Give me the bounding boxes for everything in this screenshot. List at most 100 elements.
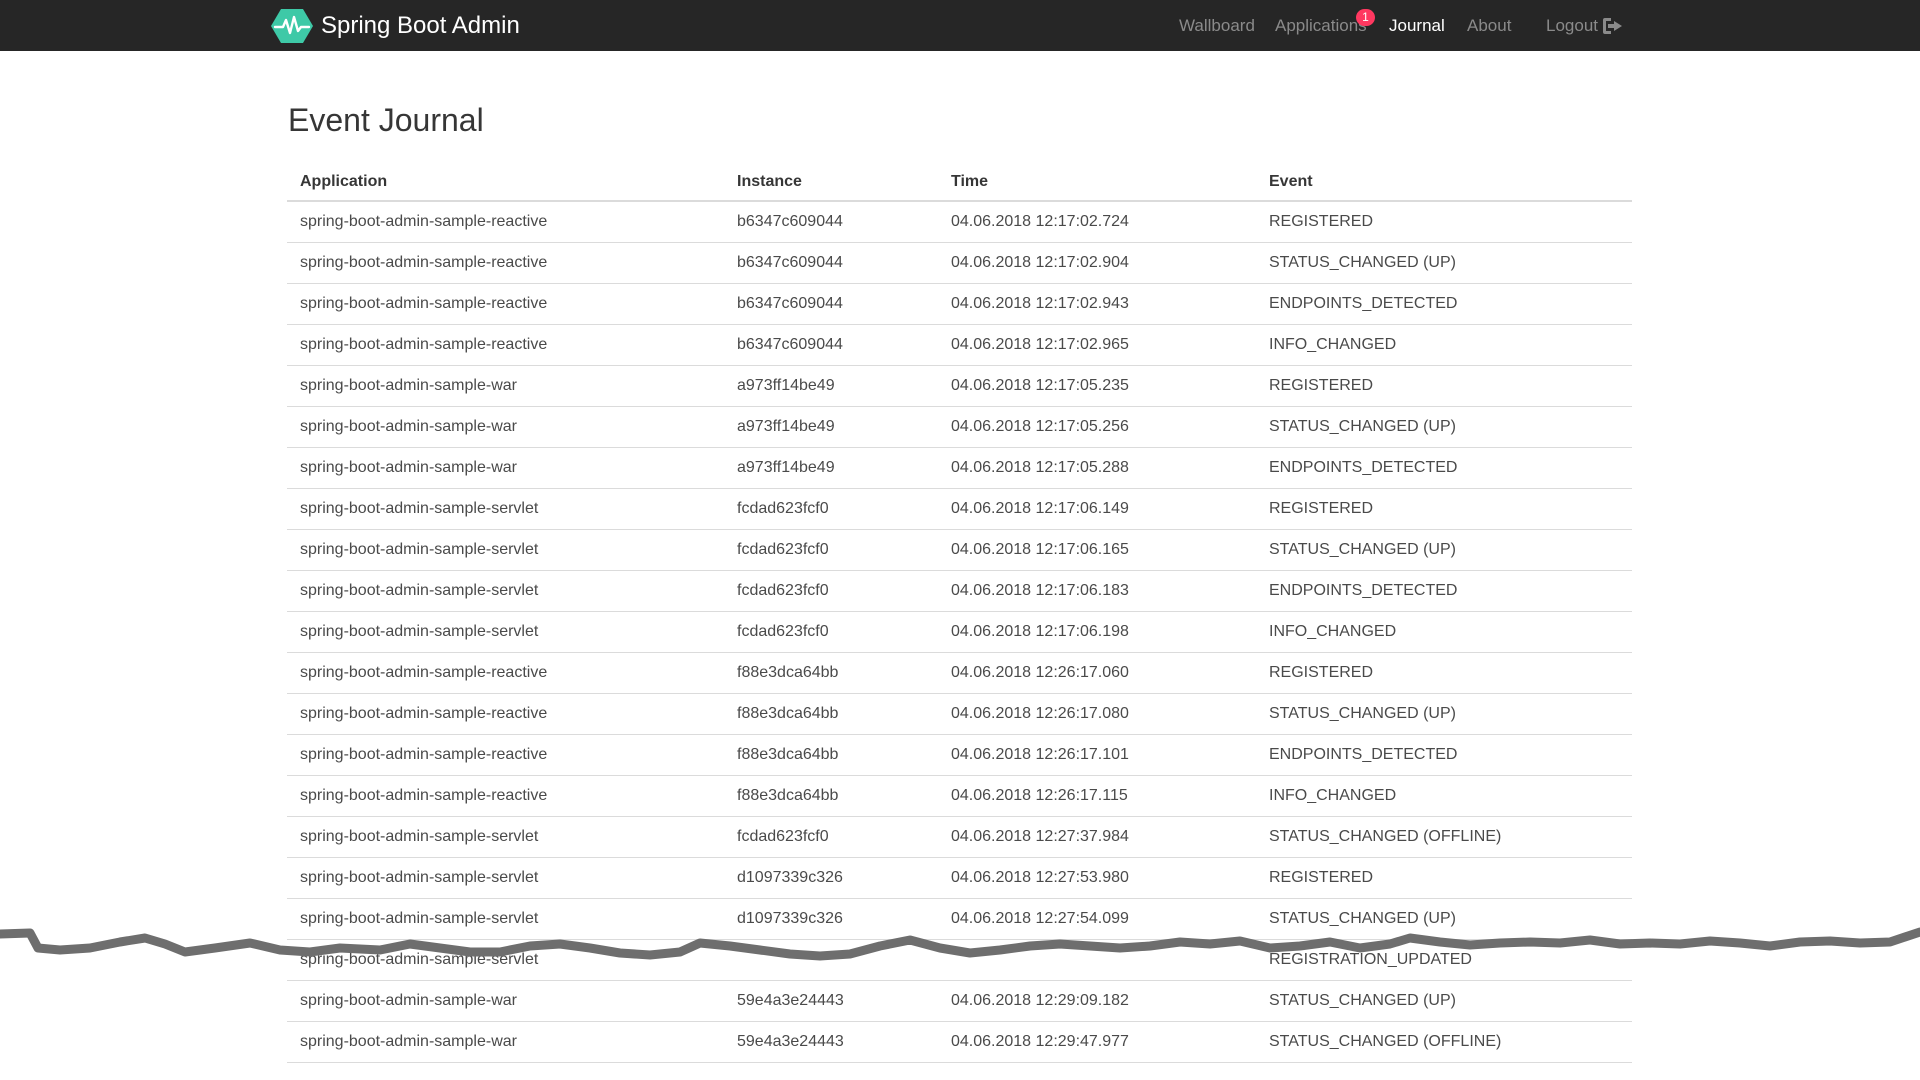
- table-row[interactable]: spring-boot-admin-sample-servlet fcdad623…: [287, 816, 1632, 858]
- column-header-application[interactable]: Application: [287, 164, 724, 202]
- cell-instance: fcdad623fcf0: [724, 529, 938, 571]
- cell-time: 04.06.2018 12:27:54.099: [938, 898, 1256, 940]
- table-row[interactable]: spring-boot-admin-sample-servlet fcdad623…: [287, 611, 1632, 653]
- nav-about[interactable]: About: [1467, 15, 1511, 37]
- table-row[interactable]: spring-boot-admin-sample-reactive f88e3dc…: [287, 693, 1632, 735]
- cell-instance: a973ff14be49: [724, 365, 938, 407]
- cell-application: spring-boot-admin-sample-reactive: [287, 775, 724, 817]
- cell-instance: f88e3dca64bb: [724, 734, 938, 776]
- cell-time: 04.06.2018 12:17:06.165: [938, 529, 1256, 571]
- cell-event: REGISTERED: [1256, 652, 1632, 694]
- nav-journal[interactable]: Journal: [1389, 15, 1445, 37]
- table-body: spring-boot-admin-sample-reactive b6347c6…: [287, 201, 1632, 1063]
- cell-application: spring-boot-admin-sample-servlet: [287, 488, 724, 530]
- table-row[interactable]: spring-boot-admin-sample-reactive f88e3dc…: [287, 775, 1632, 817]
- cell-instance: a973ff14be49: [724, 406, 938, 448]
- table-row[interactable]: spring-boot-admin-sample-war a973ff14be49…: [287, 365, 1632, 407]
- brand-name: Spring Boot Admin: [321, 12, 520, 39]
- cell-application: spring-boot-admin-sample-servlet: [287, 898, 724, 940]
- cell-time: [938, 939, 1256, 981]
- cell-event: STATUS_CHANGED (OFFLINE): [1256, 816, 1632, 858]
- table-row[interactable]: spring-boot-admin-sample-servlet fcdad623…: [287, 570, 1632, 612]
- cell-instance: fcdad623fcf0: [724, 611, 938, 653]
- cell-event: REGISTERED: [1256, 365, 1632, 407]
- cell-application: spring-boot-admin-sample-war: [287, 1021, 724, 1063]
- table-row[interactable]: spring-boot-admin-sample-war 59e4a3e24443…: [287, 1021, 1632, 1063]
- sign-out-icon: [1603, 18, 1622, 34]
- cell-application: spring-boot-admin-sample-war: [287, 365, 724, 407]
- cell-application: spring-boot-admin-sample-servlet: [287, 857, 724, 899]
- table-row[interactable]: spring-boot-admin-sample-war 59e4a3e24443…: [287, 980, 1632, 1022]
- nav-applications[interactable]: Applications: [1275, 15, 1367, 37]
- table-row[interactable]: spring-boot-admin-sample-reactive b6347c6…: [287, 242, 1632, 284]
- cell-event: ENDPOINTS_DETECTED: [1256, 570, 1632, 612]
- cell-time: 04.06.2018 12:17:05.288: [938, 447, 1256, 489]
- table-header: Application Instance Time Event: [287, 164, 1632, 202]
- table-row[interactable]: spring-boot-admin-sample-reactive b6347c6…: [287, 283, 1632, 325]
- table-row[interactable]: spring-boot-admin-sample-servlet fcdad623…: [287, 488, 1632, 530]
- nav-logout-label: Logout: [1546, 16, 1598, 35]
- cell-time: 04.06.2018 12:29:09.182: [938, 980, 1256, 1022]
- cell-instance: 59e4a3e24443: [724, 1021, 938, 1063]
- cell-time: 04.06.2018 12:17:02.943: [938, 283, 1256, 325]
- table-header-row: Application Instance Time Event: [287, 164, 1632, 202]
- cell-event: STATUS_CHANGED (UP): [1256, 242, 1632, 284]
- brand-link[interactable]: Spring Boot Admin: [271, 9, 520, 43]
- cell-application: spring-boot-admin-sample-reactive: [287, 242, 724, 284]
- cell-event: STATUS_CHANGED (UP): [1256, 406, 1632, 448]
- cell-instance: a973ff14be49: [724, 447, 938, 489]
- cell-instance: b6347c609044: [724, 324, 938, 366]
- table-row[interactable]: spring-boot-admin-sample-reactive b6347c6…: [287, 201, 1632, 243]
- cell-event: REGISTRATION_UPDATED: [1256, 939, 1632, 981]
- table-row[interactable]: spring-boot-admin-sample-servlet d1097339…: [287, 857, 1632, 899]
- table-row[interactable]: spring-boot-admin-sample-reactive f88e3dc…: [287, 652, 1632, 694]
- column-header-event[interactable]: Event: [1256, 164, 1632, 202]
- nav-wallboard[interactable]: Wallboard: [1179, 15, 1255, 37]
- cell-time: 04.06.2018 12:17:06.183: [938, 570, 1256, 612]
- cell-time: 04.06.2018 12:27:53.980: [938, 857, 1256, 899]
- cell-application: spring-boot-admin-sample-reactive: [287, 693, 724, 735]
- column-header-instance[interactable]: Instance: [724, 164, 938, 202]
- cell-application: spring-boot-admin-sample-reactive: [287, 283, 724, 325]
- cell-instance: [724, 939, 938, 981]
- table-row[interactable]: spring-boot-admin-sample-reactive f88e3dc…: [287, 734, 1632, 776]
- table-row[interactable]: spring-boot-admin-sample-war a973ff14be49…: [287, 447, 1632, 489]
- nav-logout[interactable]: Logout: [1546, 15, 1624, 37]
- cell-instance: fcdad623fcf0: [724, 816, 938, 858]
- cell-time: 04.06.2018 12:17:05.256: [938, 406, 1256, 448]
- cell-application: spring-boot-admin-sample-war: [287, 980, 724, 1022]
- cell-instance: 59e4a3e24443: [724, 980, 938, 1022]
- page-title: Event Journal: [288, 102, 484, 138]
- cell-event: ENDPOINTS_DETECTED: [1256, 447, 1632, 489]
- column-header-time[interactable]: Time: [938, 164, 1256, 202]
- cell-application: spring-boot-admin-sample-servlet: [287, 816, 724, 858]
- cell-instance: b6347c609044: [724, 283, 938, 325]
- cell-event: INFO_CHANGED: [1256, 775, 1632, 817]
- cell-time: 04.06.2018 12:17:02.904: [938, 242, 1256, 284]
- cell-application: spring-boot-admin-sample-servlet: [287, 939, 724, 981]
- table-row[interactable]: spring-boot-admin-sample-servlet fcdad623…: [287, 529, 1632, 571]
- table-row[interactable]: spring-boot-admin-sample-servlet d1097339…: [287, 898, 1632, 940]
- cell-time: 04.06.2018 12:26:17.080: [938, 693, 1256, 735]
- cell-time: 04.06.2018 12:26:17.060: [938, 652, 1256, 694]
- table-row[interactable]: spring-boot-admin-sample-war a973ff14be49…: [287, 406, 1632, 448]
- cell-event: REGISTERED: [1256, 201, 1632, 243]
- table-row[interactable]: spring-boot-admin-sample-servlet REGISTRA…: [287, 939, 1632, 981]
- top-navbar: Spring Boot Admin Wallboard Applications…: [0, 0, 1920, 51]
- cell-time: 04.06.2018 12:17:02.965: [938, 324, 1256, 366]
- table-row[interactable]: spring-boot-admin-sample-reactive b6347c6…: [287, 324, 1632, 366]
- cell-instance: fcdad623fcf0: [724, 570, 938, 612]
- cell-application: spring-boot-admin-sample-servlet: [287, 529, 724, 571]
- cell-instance: f88e3dca64bb: [724, 775, 938, 817]
- cell-event: INFO_CHANGED: [1256, 611, 1632, 653]
- cell-instance: fcdad623fcf0: [724, 488, 938, 530]
- cell-instance: f88e3dca64bb: [724, 652, 938, 694]
- cell-time: 04.06.2018 12:17:02.724: [938, 201, 1256, 243]
- cell-application: spring-boot-admin-sample-reactive: [287, 201, 724, 243]
- cell-event: ENDPOINTS_DETECTED: [1256, 283, 1632, 325]
- cell-application: spring-boot-admin-sample-war: [287, 447, 724, 489]
- cell-time: 04.06.2018 12:26:17.101: [938, 734, 1256, 776]
- cell-event: STATUS_CHANGED (OFFLINE): [1256, 1021, 1632, 1063]
- heartbeat-logo-icon: [271, 9, 313, 43]
- cell-event: INFO_CHANGED: [1256, 324, 1632, 366]
